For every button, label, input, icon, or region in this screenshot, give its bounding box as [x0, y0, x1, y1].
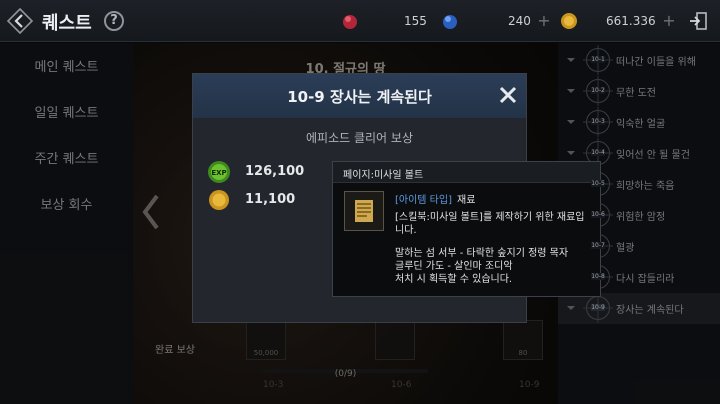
tooltip-header: 페이지:미사일 볼트 [333, 162, 600, 183]
currency-count: 240 [508, 14, 531, 28]
close-icon[interactable] [497, 84, 519, 106]
exp-icon-label: EXP [211, 169, 226, 177]
gold-coin-icon [209, 190, 229, 210]
top-bar: 퀘스트 ? 155 240 + 661.336 + [0, 0, 720, 42]
back-icon[interactable] [6, 7, 34, 35]
reward-row-gold: 11,100 [207, 188, 327, 212]
reward-row-exp: EXP 126,100 [207, 160, 327, 184]
gold-reward-value: 11,100 [245, 192, 296, 207]
plus-icon[interactable]: + [535, 12, 553, 30]
item-type-value: 재료 [457, 195, 476, 206]
quest-id: 10-9 [591, 304, 605, 311]
plus-icon[interactable]: + [660, 12, 678, 30]
scroll-page-icon [355, 200, 373, 222]
red-gem-icon [343, 15, 357, 29]
item-type-label: [아이템 타입] [395, 195, 452, 206]
quest-id: 10-6 [591, 211, 605, 218]
gold-count: 661.336 [606, 14, 656, 28]
quest-id: 10-2 [591, 87, 605, 94]
exp-reward-value: 126,100 [245, 164, 305, 179]
quest-id: 10-3 [591, 118, 605, 125]
quest-id: 10-5 [591, 180, 605, 187]
item-description: [스킬북:미사일 볼트]를 제작하기 위한 재료입니다. [395, 212, 585, 236]
page-title: 퀘스트 [42, 13, 92, 34]
blue-gem-icon [443, 15, 457, 29]
modal-title: 10-9 장사는 계속된다 [287, 88, 432, 106]
exp-icon: EXP [208, 161, 230, 183]
quest-id: 10-8 [591, 273, 605, 280]
exit-icon[interactable] [688, 10, 710, 32]
item-slot [344, 191, 384, 231]
modal-header: 10-9 장사는 계속된다 [193, 74, 526, 118]
help-icon[interactable]: ? [104, 11, 124, 31]
quest-id: 10-4 [591, 149, 605, 156]
quest-id: 10-7 [591, 242, 605, 249]
item-drop-location: 말하는 섬 서부 - 타락한 숲지기 정령 목자 글루딘 가도 - 살인마 조디… [395, 248, 569, 285]
item-tooltip: 페이지:미사일 볼트 [아이템 타입] 재료 [스킬북:미사일 볼트]를 제작하… [332, 161, 601, 297]
quest-id: 10-1 [591, 56, 605, 63]
tooltip-title: 페이지:미사일 볼트 [343, 170, 424, 181]
modal-subtitle: 에피소드 클리어 보상 [306, 131, 413, 145]
gold-coin-icon [561, 13, 577, 29]
blue-gem-count: 155 [404, 14, 427, 28]
